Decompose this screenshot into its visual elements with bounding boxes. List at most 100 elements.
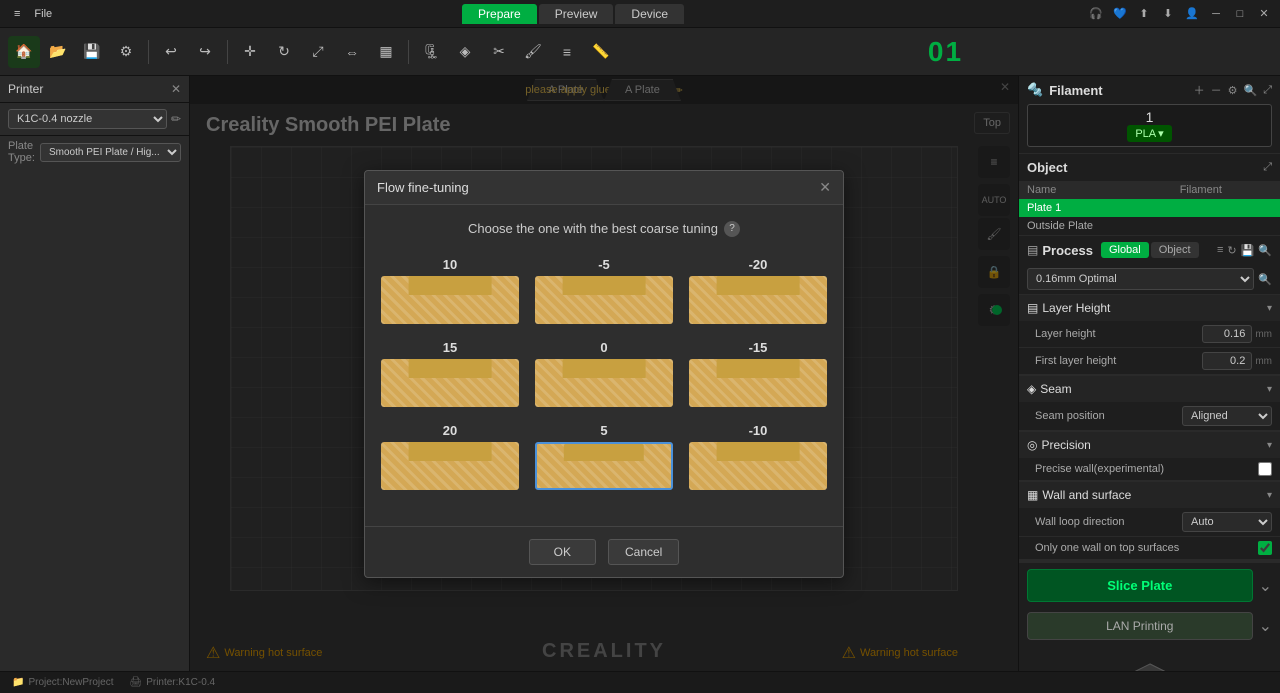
slice-btn[interactable]: Slice Plate (1027, 569, 1253, 602)
settings-value-layer-height-0[interactable]: 0.16 (1202, 325, 1252, 343)
dialog-ok-btn[interactable]: OK (529, 539, 596, 565)
flow-dialog: Flow fine-tuning ✕ Choose the one with t… (364, 170, 844, 578)
filament-type-btn[interactable]: PLA ▾ (1127, 125, 1171, 142)
settings-select-wall-surface-0[interactable]: AutoClockwiseCounter-clockwise (1182, 512, 1272, 532)
toolbar-scale[interactable]: ⤢ (302, 36, 334, 68)
icon-download[interactable]: ⬇ (1160, 6, 1176, 22)
plate-type-select[interactable]: Smooth PEI Plate / Hig... (40, 143, 181, 162)
group-title-wall-surface: ▦ Wall and surface (1027, 488, 1131, 502)
filament-search-icon[interactable]: 🔍 (1243, 84, 1257, 97)
sample-cell[interactable]: -15 (689, 340, 827, 407)
main-area: Printer ✕ K1C-0.4 nozzle ✏ Plate Type: S… (0, 76, 1280, 671)
process-header: ▤ Process Global Object ≡ ↻ 💾 🔍 (1019, 236, 1280, 264)
toolbar-rotate[interactable]: ↻ (268, 36, 300, 68)
icon-profile[interactable]: 💙 (1112, 6, 1128, 22)
sample-block[interactable] (689, 359, 827, 407)
group-chevron-seam: ▾ (1267, 384, 1272, 395)
object-expand-icon[interactable]: ⤢ (1263, 161, 1272, 174)
process-list-icon[interactable]: ≡ (1217, 244, 1223, 257)
toolbar-cut[interactable]: ✂ (483, 36, 515, 68)
dialog-cancel-btn[interactable]: Cancel (608, 539, 679, 565)
toolbar-measure[interactable]: 📏 (585, 36, 617, 68)
toolbar-support[interactable]: 🗜 (415, 36, 447, 68)
dialog-footer: OK Cancel (365, 526, 843, 577)
settings-select-seam-0[interactable]: AlignedRandomNearest (1182, 406, 1272, 426)
slice-expand-icon[interactable]: ⌄ (1259, 576, 1272, 596)
printer-edit-icon[interactable]: ✏ (171, 112, 181, 126)
table-row[interactable]: Outside Plate (1019, 217, 1280, 235)
sample-block[interactable] (689, 276, 827, 324)
group-header-layer-height[interactable]: ▤ Layer Height ▾ (1019, 295, 1280, 321)
printer-select[interactable]: K1C-0.4 nozzle (8, 109, 167, 129)
process-refresh-icon[interactable]: ↻ (1227, 244, 1236, 257)
table-row[interactable]: Plate 1 (1019, 199, 1280, 217)
process-search-icon[interactable]: 🔍 (1258, 244, 1272, 257)
profile-select[interactable]: 0.16mm Optimal (1027, 268, 1254, 290)
sample-block[interactable] (381, 276, 519, 324)
sample-block[interactable] (381, 359, 519, 407)
group-chevron-wall-surface: ▾ (1267, 490, 1272, 501)
dialog-close-btn[interactable]: ✕ (819, 179, 831, 196)
toolbar-move[interactable]: ✛ (234, 36, 266, 68)
settings-value-layer-height-1[interactable]: 0.2 (1202, 352, 1252, 370)
process-tab-object[interactable]: Object (1151, 242, 1199, 258)
toolbar-save[interactable]: 💾 (76, 36, 108, 68)
toolbar-home[interactable]: 🏠 (8, 36, 40, 68)
window-close[interactable]: ✕ (1256, 6, 1272, 22)
sample-block[interactable] (535, 359, 673, 407)
lan-expand-icon[interactable]: ⌄ (1259, 616, 1272, 636)
action-row: Slice Plate ⌄ (1019, 562, 1280, 608)
toolbar-seam[interactable]: ◈ (449, 36, 481, 68)
toolbar-mirror[interactable]: ⇔ (336, 36, 368, 68)
group-header-wall-surface[interactable]: ▦ Wall and surface ▾ (1019, 482, 1280, 508)
group-header-precision[interactable]: ◎ Precision ▾ (1019, 432, 1280, 458)
sample-cell[interactable]: 10 (381, 257, 519, 324)
lan-btn[interactable]: LAN Printing (1027, 612, 1253, 640)
menu-logo[interactable]: ≡ (8, 6, 26, 22)
toolbar-arrange[interactable]: ▦ (370, 36, 402, 68)
sample-cell[interactable]: -20 (689, 257, 827, 324)
sample-block[interactable] (535, 442, 673, 490)
window-minimize[interactable]: ─ (1208, 6, 1224, 22)
settings-checkbox-wall-surface-1[interactable] (1258, 541, 1272, 555)
toolbar-paint[interactable]: 🖌 (517, 36, 549, 68)
printer-panel-close[interactable]: ✕ (171, 82, 181, 96)
sample-cell[interactable]: -5 (535, 257, 673, 324)
group-header-seam[interactable]: ◈ Seam ▾ (1019, 376, 1280, 402)
icon-upload[interactable]: ⬆ (1136, 6, 1152, 22)
sample-block[interactable] (535, 276, 673, 324)
window-maximize[interactable]: □ (1232, 6, 1248, 22)
menu-file[interactable]: File (28, 6, 58, 22)
process-tab-global[interactable]: Global (1101, 242, 1149, 258)
status-bar: 📁 Project:NewProject 🖨 Printer:K1C-0.4 (0, 671, 1280, 693)
tab-device[interactable]: Device (615, 4, 684, 24)
sample-block[interactable] (381, 442, 519, 490)
icon-headphones[interactable]: 🎧 (1088, 6, 1104, 22)
printer-icon: 🖨 (129, 677, 142, 688)
icon-user[interactable]: 👤 (1184, 6, 1200, 22)
toolbar-redo[interactable]: ↪ (189, 36, 221, 68)
toolbar-settings[interactable]: ⚙ (110, 36, 142, 68)
tab-preview[interactable]: Preview (539, 4, 614, 24)
process-save-icon[interactable]: 💾 (1241, 244, 1255, 257)
help-icon[interactable]: ? (724, 221, 740, 237)
sample-cell[interactable]: -10 (689, 423, 827, 490)
filament-add-icon[interactable]: ＋ (1194, 82, 1205, 98)
toolbar-open[interactable]: 📂 (42, 36, 74, 68)
sample-cell[interactable]: 0 (535, 340, 673, 407)
group-icon-layer-height: ▤ (1027, 301, 1038, 315)
filament-minus-icon[interactable]: － (1211, 82, 1222, 98)
sample-cell[interactable]: 20 (381, 423, 519, 490)
profile-search-icon[interactable]: 🔍 (1258, 273, 1272, 286)
tab-prepare[interactable]: Prepare (462, 4, 537, 24)
sample-cell[interactable]: 5 (535, 423, 673, 490)
toolbar-layer[interactable]: ≡ (551, 36, 583, 68)
window-controls: 🎧 💙 ⬆ ⬇ 👤 ─ □ ✕ (1088, 6, 1272, 22)
filament-expand-icon[interactable]: ⤢ (1263, 84, 1272, 97)
sample-block[interactable] (689, 442, 827, 490)
group-title-seam: ◈ Seam (1027, 382, 1072, 396)
toolbar-undo[interactable]: ↩ (155, 36, 187, 68)
sample-cell[interactable]: 15 (381, 340, 519, 407)
settings-checkbox-precision-0[interactable] (1258, 462, 1272, 476)
filament-settings-icon[interactable]: ⚙ (1228, 84, 1238, 97)
